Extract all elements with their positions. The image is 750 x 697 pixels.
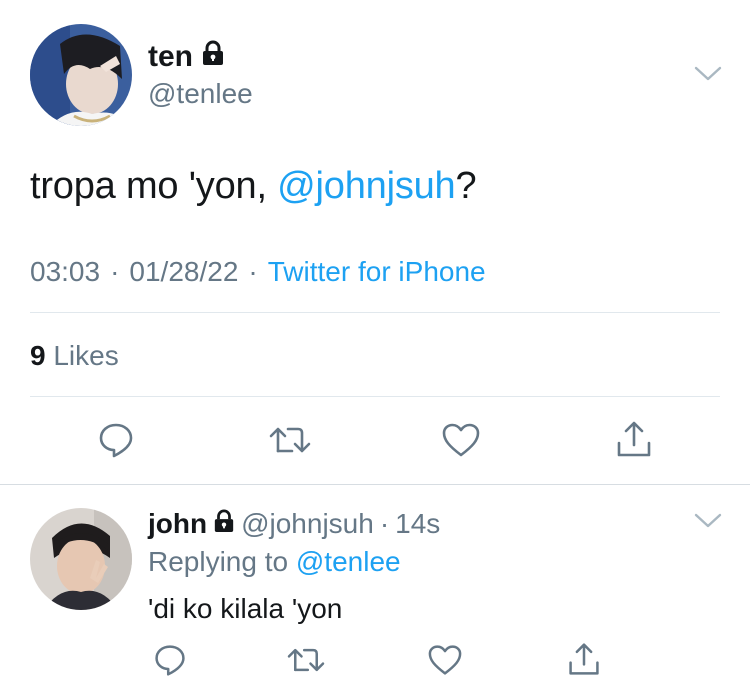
- reply-handle[interactable]: @johnjsuh: [241, 508, 374, 540]
- heart-icon: [441, 422, 481, 458]
- chevron-down-icon[interactable]: [694, 66, 722, 82]
- tweet-text-body: tropa mo 'yon,: [30, 165, 278, 207]
- mention-link[interactable]: @johnjsuh: [277, 165, 456, 207]
- meta-separator: ·: [110, 256, 120, 287]
- tweet-text: tropa mo 'yon, @johnjsuh?: [30, 165, 477, 208]
- lock-icon: [201, 40, 225, 74]
- reply-button[interactable]: [96, 420, 136, 460]
- replying-to-link[interactable]: @tenlee: [296, 546, 401, 577]
- likes-number: 9: [30, 340, 46, 371]
- like-button[interactable]: [426, 642, 464, 678]
- likes-label: Likes: [53, 340, 119, 371]
- tweet-text-end: ?: [455, 165, 477, 207]
- reply-text: 'di ko kilala 'yon: [148, 593, 343, 624]
- retweet-icon: [286, 643, 326, 677]
- display-name[interactable]: ten: [148, 40, 225, 74]
- comment-icon: [153, 643, 187, 677]
- reply-button[interactable]: [152, 642, 188, 678]
- avatar-image: [30, 508, 132, 610]
- tweet-time: 03:03: [30, 256, 101, 287]
- divider: [30, 312, 720, 313]
- avatar-john[interactable]: [30, 508, 132, 610]
- reply-header: john @johnjsuh · 14s: [148, 508, 440, 540]
- display-name-text: ten: [148, 40, 193, 73]
- divider: [30, 396, 720, 397]
- likes-count[interactable]: 9 Likes: [30, 340, 119, 372]
- tweet-source-link[interactable]: Twitter for iPhone: [268, 256, 486, 288]
- replying-to: Replying to @tenlee: [148, 546, 401, 578]
- meta-separator: ·: [248, 256, 258, 287]
- like-button[interactable]: [440, 420, 482, 460]
- comment-icon: [97, 421, 135, 459]
- retweet-button[interactable]: [286, 642, 326, 678]
- reply-display-name[interactable]: john: [148, 508, 207, 540]
- handle[interactable]: @tenlee: [148, 78, 253, 110]
- chevron-down-icon[interactable]: [694, 513, 722, 529]
- avatar-ten[interactable]: [30, 24, 132, 126]
- section-divider: [0, 484, 750, 485]
- reply-timestamp[interactable]: 14s: [395, 508, 440, 540]
- lock-icon: [213, 508, 235, 540]
- heart-icon: [427, 644, 463, 676]
- tweet-date: 01/28/22: [129, 256, 239, 287]
- tweet-meta: 03:03 · 01/28/22 · Twitter for iPhone: [30, 256, 486, 288]
- share-icon: [615, 419, 653, 459]
- retweet-icon: [268, 421, 312, 459]
- share-button[interactable]: [614, 418, 654, 460]
- reply-separator: ·: [379, 508, 390, 539]
- share-button[interactable]: [566, 640, 602, 678]
- replying-prefix: Replying to: [148, 546, 289, 577]
- avatar-image: [30, 24, 132, 126]
- retweet-button[interactable]: [268, 420, 312, 460]
- share-icon: [567, 641, 601, 677]
